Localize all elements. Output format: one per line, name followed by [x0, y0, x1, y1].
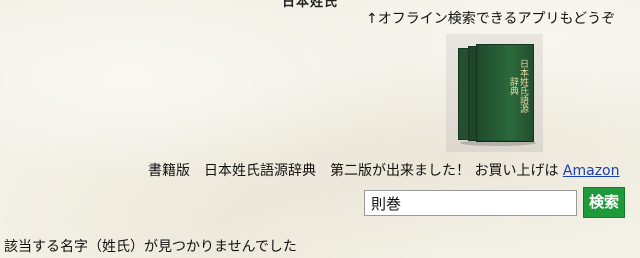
book-cover-title: 日本姓氏語源辞典 [508, 59, 528, 113]
book-notice-text: 書籍版 日本姓氏語源辞典 第二版が出来ました！ お買い上げは [148, 163, 559, 179]
search-button[interactable]: 検索 [583, 187, 625, 218]
book-notice: 書籍版 日本姓氏語源辞典 第二版が出来ました！ お買い上げは Amazon [148, 160, 620, 180]
search-input[interactable] [364, 190, 577, 216]
book-shadow [460, 140, 536, 146]
no-result-message: 該当する名字（姓氏）が見つかりませんでした [4, 239, 297, 255]
app-promo-text[interactable]: ↑オフライン検索できるアプリもどうぞ [366, 8, 615, 28]
amazon-link[interactable]: Amazon [563, 163, 620, 179]
page-header-cut: 日本姓氏 [282, 0, 339, 10]
book-cover-image[interactable]: 日本姓氏語源辞典 [446, 34, 543, 152]
